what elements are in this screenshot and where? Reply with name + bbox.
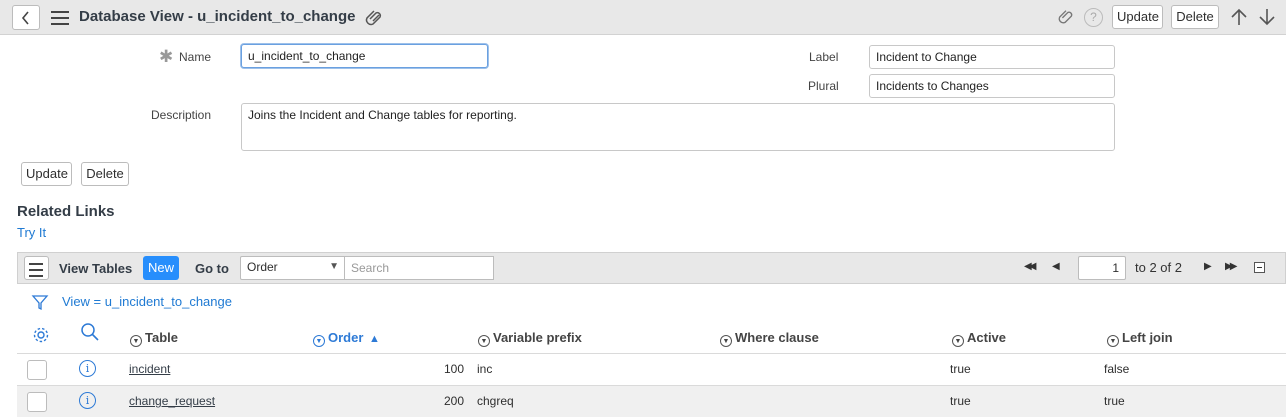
first-page-icon[interactable]: ◀◀	[1024, 261, 1037, 272]
row-checkbox[interactable]	[27, 392, 47, 412]
search-input[interactable]: Search	[344, 256, 494, 280]
table-row: i incident 100 inc true false	[17, 353, 1286, 385]
goto-label: Go to	[195, 261, 229, 276]
update-button[interactable]: Update	[21, 162, 72, 186]
cell-table[interactable]: incident	[129, 362, 170, 376]
plural-field[interactable]: Incidents to Changes	[869, 74, 1115, 98]
personalize-list-gear-icon[interactable]	[32, 326, 50, 344]
delete-button[interactable]: Delete	[81, 162, 129, 186]
list-title: View Tables	[59, 261, 133, 276]
back-button[interactable]	[12, 5, 40, 30]
label-label: Label	[809, 50, 839, 64]
row-checkbox[interactable]	[27, 360, 47, 380]
last-page-icon[interactable]: ▶▶	[1225, 261, 1238, 272]
column-header-where-clause[interactable]: ▼ Where clause	[720, 330, 819, 347]
cell-variable-prefix: chgreq	[477, 394, 514, 408]
help-icon[interactable]: ?	[1084, 8, 1103, 27]
column-menu-icon[interactable]: ▼	[313, 335, 325, 347]
list-menu-icon	[29, 263, 43, 277]
page-total: to 2 of 2	[1135, 260, 1182, 275]
cell-variable-prefix: inc	[477, 362, 493, 376]
mandatory-indicator: ✱	[159, 47, 174, 66]
column-header-variable-prefix[interactable]: ▼ Variable prefix	[478, 330, 582, 347]
arrow-down-icon[interactable]	[1258, 7, 1276, 27]
name-label: Name	[179, 50, 212, 64]
column-menu-icon[interactable]: ▼	[478, 335, 490, 347]
description-field[interactable]: Joins the Incident and Change tables for…	[241, 103, 1115, 151]
name-field[interactable]: u_incident_to_change	[241, 44, 488, 68]
description-label: Description	[151, 108, 212, 122]
filter-icon[interactable]	[31, 293, 49, 311]
filter-breadcrumb[interactable]: View = u_incident_to_change	[62, 294, 232, 309]
update-button-header[interactable]: Update	[1112, 5, 1163, 29]
plural-label: Plural	[808, 79, 839, 93]
cell-order: 200	[443, 394, 464, 408]
column-header-table[interactable]: ▼ Table	[130, 330, 178, 347]
column-menu-icon[interactable]: ▼	[1107, 335, 1119, 347]
context-menu-icon[interactable]	[51, 11, 69, 25]
table-row: i change_request 200 chgreq true true	[17, 385, 1286, 417]
cell-left-join: false	[1104, 362, 1130, 376]
list-header: View Tables New Go to Order ▼ Search ◀◀ …	[17, 252, 1286, 284]
try-it-link[interactable]: Try It	[17, 225, 46, 240]
new-button[interactable]: New	[143, 256, 179, 280]
goto-select[interactable]: Order ▼	[240, 256, 346, 280]
cell-active: true	[950, 394, 971, 408]
page-title: Database View - u_incident_to_change	[79, 8, 356, 25]
attachment-icon[interactable]	[364, 8, 384, 28]
cell-order: 100	[443, 362, 464, 376]
sort-ascending-icon: ▲	[369, 333, 380, 345]
chevron-down-icon: ▼	[329, 261, 339, 272]
page-number-input[interactable]: 1	[1078, 256, 1126, 280]
column-menu-icon[interactable]: ▼	[952, 335, 964, 347]
arrow-up-icon[interactable]	[1230, 7, 1248, 27]
column-header-active[interactable]: ▼ Active	[952, 330, 1006, 347]
column-menu-icon[interactable]: ▼	[720, 335, 732, 347]
cell-left-join: true	[1104, 394, 1125, 408]
column-header-order[interactable]: ▼ Order ▲	[313, 330, 380, 347]
column-header-left-join[interactable]: ▼ Left join	[1107, 330, 1173, 347]
info-icon[interactable]: i	[79, 360, 96, 377]
cell-table[interactable]: change_request	[129, 394, 215, 408]
cell-active: true	[950, 362, 971, 376]
delete-button-header[interactable]: Delete	[1171, 5, 1219, 29]
next-page-icon[interactable]: ▶	[1204, 261, 1212, 272]
goto-select-value: Order	[247, 260, 278, 274]
label-field[interactable]: Incident to Change	[869, 45, 1115, 69]
related-links-title: Related Links	[17, 203, 115, 220]
paperclip-icon[interactable]	[1057, 8, 1075, 26]
prev-page-icon[interactable]: ◀	[1052, 261, 1060, 272]
collapse-icon[interactable]	[1254, 262, 1265, 273]
chevron-left-icon	[21, 11, 29, 25]
column-menu-icon[interactable]: ▼	[130, 335, 142, 347]
search-icon[interactable]	[80, 322, 100, 342]
list-menu-button[interactable]	[24, 256, 49, 280]
info-icon[interactable]: i	[79, 392, 96, 409]
form-header: Database View - u_incident_to_change ? U…	[0, 0, 1286, 35]
